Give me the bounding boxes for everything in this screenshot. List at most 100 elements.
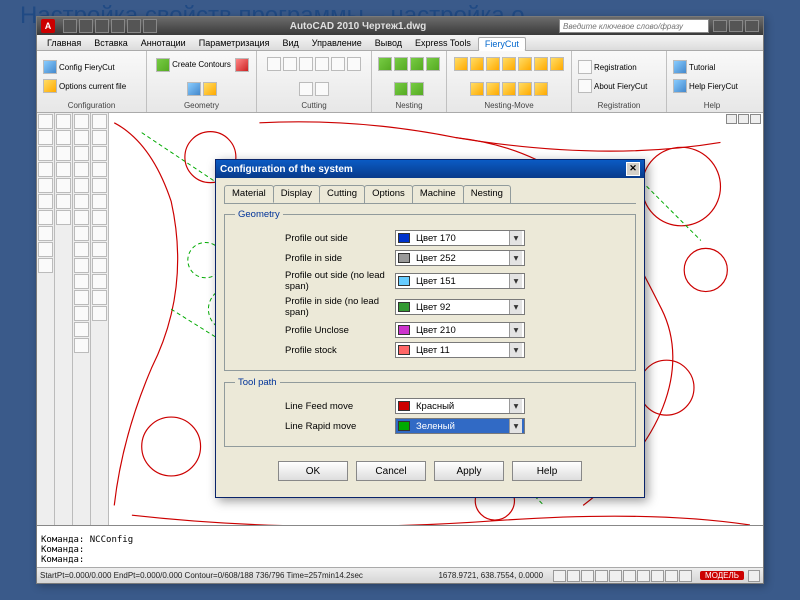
vt4-icon-3[interactable] [92, 146, 107, 161]
vt1-icon-5[interactable] [38, 178, 53, 193]
toggle-polar-icon[interactable] [595, 570, 608, 582]
cancel-button[interactable]: Cancel [356, 461, 426, 481]
toggle-qp-icon[interactable] [679, 570, 692, 582]
vt4-icon-4[interactable] [92, 162, 107, 177]
vt3-icon-7[interactable] [74, 210, 89, 225]
combo-profile-unclose[interactable]: Цвет 210▾ [395, 322, 525, 338]
combo-feed[interactable]: Красный▾ [395, 398, 525, 414]
tab-fierycut[interactable]: FieryCut [478, 37, 526, 51]
combo-profile-in-nl[interactable]: Цвет 92▾ [395, 299, 525, 315]
toggle-ducs-icon[interactable] [637, 570, 650, 582]
vt1-icon-6[interactable] [38, 194, 53, 209]
qat-undo-icon[interactable] [111, 19, 125, 33]
nest-icon-4[interactable] [426, 57, 440, 71]
vt3-icon-13[interactable] [74, 306, 89, 321]
geom-icon-2[interactable] [187, 82, 201, 96]
apply-button[interactable]: Apply [434, 461, 504, 481]
nest-icon-3[interactable] [410, 57, 424, 71]
vt2-icon-1[interactable] [56, 114, 71, 129]
tutorial-button[interactable]: Tutorial [671, 59, 717, 75]
nmove-icon-4[interactable] [502, 57, 516, 71]
nmove-icon-7[interactable] [550, 57, 564, 71]
toggle-otrack-icon[interactable] [623, 570, 636, 582]
vt1-icon-7[interactable] [38, 210, 53, 225]
vt3-icon-6[interactable] [74, 194, 89, 209]
tab-home[interactable]: Главная [41, 37, 87, 49]
qat-new-icon[interactable] [63, 19, 77, 33]
nmove-icon-5[interactable] [518, 57, 532, 71]
geom-icon-3[interactable] [203, 82, 217, 96]
geom-icon-1[interactable] [235, 58, 249, 72]
nmove-icon-6[interactable] [534, 57, 548, 71]
vt3-icon-10[interactable] [74, 258, 89, 273]
toggle-dyn-icon[interactable] [651, 570, 664, 582]
vt2-icon-3[interactable] [56, 146, 71, 161]
cut-icon-6[interactable] [347, 57, 361, 71]
options-file-button[interactable]: Options current file [41, 78, 128, 94]
vt3-icon-8[interactable] [74, 226, 89, 241]
nmove-icon-1[interactable] [454, 57, 468, 71]
vt3-icon-1[interactable] [74, 114, 89, 129]
vt1-icon-3[interactable] [38, 146, 53, 161]
toggle-snap-icon[interactable] [553, 570, 566, 582]
tab-options[interactable]: Options [364, 185, 413, 203]
vt2-icon-5[interactable] [56, 178, 71, 193]
nmove-icon-9[interactable] [486, 82, 500, 96]
nmove-icon-8[interactable] [470, 82, 484, 96]
nmove-icon-12[interactable] [534, 82, 548, 96]
vt4-icon-10[interactable] [92, 258, 107, 273]
cut-icon-2[interactable] [283, 57, 297, 71]
combo-profile-stock[interactable]: Цвет 11▾ [395, 342, 525, 358]
vt3-icon-4[interactable] [74, 162, 89, 177]
toggle-ortho-icon[interactable] [581, 570, 594, 582]
app-logo[interactable]: A [41, 19, 55, 33]
tab-view[interactable]: Вид [276, 37, 304, 49]
create-contours-button[interactable]: Create Contours [154, 57, 233, 73]
toggle-lwt-icon[interactable] [665, 570, 678, 582]
close-icon[interactable] [745, 20, 759, 32]
cut-icon-5[interactable] [331, 57, 345, 71]
vt3-icon-15[interactable] [74, 338, 89, 353]
vt1-icon-4[interactable] [38, 162, 53, 177]
vt2-icon-2[interactable] [56, 130, 71, 145]
tab-nesting[interactable]: Nesting [463, 185, 511, 203]
vt4-icon-6[interactable] [92, 194, 107, 209]
nest-icon-1[interactable] [378, 57, 392, 71]
vt4-icon-12[interactable] [92, 290, 107, 305]
cut-icon-4[interactable] [315, 57, 329, 71]
cut-icon-7[interactable] [299, 82, 313, 96]
combo-rapid[interactable]: Зеленый▾ [395, 418, 525, 434]
vt4-icon-9[interactable] [92, 242, 107, 257]
help-button[interactable]: Help FieryCut [671, 78, 740, 94]
vt1-icon-9[interactable] [38, 242, 53, 257]
status-extra-icon[interactable] [748, 570, 760, 582]
tab-machine[interactable]: Machine [412, 185, 464, 203]
nmove-icon-2[interactable] [470, 57, 484, 71]
maximize-icon[interactable] [729, 20, 743, 32]
vt2-icon-4[interactable] [56, 162, 71, 177]
vt3-icon-9[interactable] [74, 242, 89, 257]
command-line[interactable]: Команда: NCConfig Команда: Команда: [37, 525, 763, 567]
vt4-icon-8[interactable] [92, 226, 107, 241]
dialog-close-icon[interactable]: ✕ [626, 162, 640, 176]
vt3-icon-3[interactable] [74, 146, 89, 161]
vt4-icon-2[interactable] [92, 130, 107, 145]
vt4-icon-13[interactable] [92, 306, 107, 321]
toggle-osnap-icon[interactable] [609, 570, 622, 582]
cut-icon-1[interactable] [267, 57, 281, 71]
qat-open-icon[interactable] [79, 19, 93, 33]
nest-icon-2[interactable] [394, 57, 408, 71]
cut-icon-8[interactable] [315, 82, 329, 96]
vt3-icon-11[interactable] [74, 274, 89, 289]
vt4-icon-7[interactable] [92, 210, 107, 225]
vt2-icon-6[interactable] [56, 194, 71, 209]
combo-profile-out[interactable]: Цвет 170▾ [395, 230, 525, 246]
dialog-titlebar[interactable]: Configuration of the system ✕ [216, 160, 644, 178]
toggle-grid-icon[interactable] [567, 570, 580, 582]
vt3-icon-5[interactable] [74, 178, 89, 193]
tab-insert[interactable]: Вставка [88, 37, 133, 49]
combo-profile-out-nl[interactable]: Цвет 151▾ [395, 273, 525, 289]
tab-manage[interactable]: Управление [306, 37, 368, 49]
config-fierycut-button[interactable]: Config FieryCut [41, 59, 117, 75]
tab-parametric[interactable]: Параметризация [193, 37, 276, 49]
